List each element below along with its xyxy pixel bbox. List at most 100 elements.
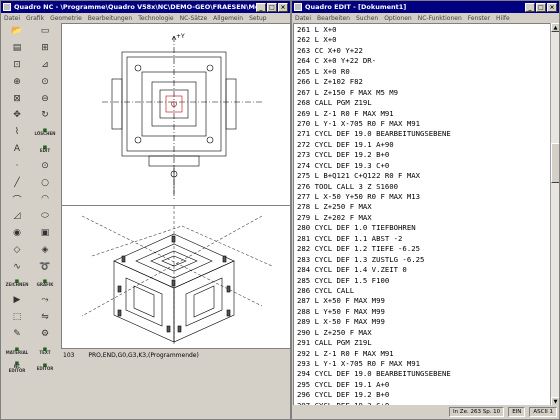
code-line[interactable]: 283 CYCL DEF 1.3 ZUSTLG -6.25: [297, 255, 550, 265]
pocket-icon[interactable]: ▣: [37, 226, 54, 240]
code-line[interactable]: 275 L B+Q121 C+Q122 R0 F MAX: [297, 171, 550, 181]
tangent-icon[interactable]: ⌒: [9, 192, 26, 206]
edit-menu-item[interactable]: Optionen: [384, 15, 412, 22]
nc-menu-item[interactable]: Allgemein: [213, 15, 243, 22]
polyline-icon[interactable]: ⌇: [9, 125, 26, 139]
point-icon[interactable]: ·: [9, 159, 26, 173]
nc-menu-item[interactable]: Geometrie: [50, 15, 82, 22]
text-icon[interactable]: A: [9, 142, 26, 156]
vertical-scrollbar[interactable]: ▲ ▼: [550, 23, 559, 406]
helix-icon[interactable]: ➰: [37, 260, 54, 274]
edit-menu-item[interactable]: Bearbeiten: [317, 15, 350, 22]
loeschen-icon[interactable]: ▪ LÖSCHEN: [34, 125, 55, 139]
code-line[interactable]: 262 L X+0: [297, 35, 550, 45]
code-line[interactable]: 282 CYCL DEF 1.2 TIEFE -6.25: [297, 244, 550, 254]
new-icon[interactable]: ▭: [37, 24, 54, 38]
contour-icon[interactable]: ◇: [9, 243, 26, 257]
line-icon[interactable]: ╱: [9, 176, 26, 190]
nc-editor-icon[interactable]: ▪ NC EDITOR: [9, 360, 26, 374]
select-icon[interactable]: ⊡: [9, 58, 26, 72]
code-line[interactable]: 281 CYCL DEF 1.1 ABST -2: [297, 234, 550, 244]
edit-icon[interactable]: ▪ EDIT: [37, 142, 54, 156]
minimize-button[interactable]: _: [525, 2, 535, 12]
arc-icon[interactable]: ◠: [37, 192, 54, 206]
code-line[interactable]: 264 C X+0 Y+22 DR-: [297, 56, 550, 66]
chamfer-icon[interactable]: ◿: [9, 209, 26, 223]
drill-icon[interactable]: ◉: [9, 226, 26, 240]
circle-icon[interactable]: ○: [37, 176, 54, 190]
code-line[interactable]: 265 L X+0 R0: [297, 67, 550, 77]
code-line[interactable]: 271 CYCL DEF 19.0 BEARBEITUNGSEBENE: [297, 129, 550, 139]
code-line[interactable]: 284 CYCL DEF 1.4 V.ZEIT 0: [297, 265, 550, 275]
tool-path-icon[interactable]: ⤳: [37, 293, 54, 307]
code-line[interactable]: 296 CYCL DEF 19.2 B+0: [297, 390, 550, 400]
zoom-fit-icon[interactable]: ⊙: [37, 75, 54, 89]
nc-titlebar[interactable]: Quadro NC - \Programme\Quadro V58x\NC\DE…: [1, 1, 290, 13]
move-icon[interactable]: ✥: [9, 108, 26, 122]
code-line[interactable]: 285 CYCL DEF 1.5 F100: [297, 276, 550, 286]
material-icon[interactable]: ▪ MATERIAL: [6, 344, 28, 358]
zoom-in-icon[interactable]: ⊕: [9, 75, 26, 89]
code-line[interactable]: 278 L Z+250 F MAX: [297, 202, 550, 212]
maximize-button[interactable]: □: [536, 2, 546, 12]
code-line[interactable]: 269 L Z-1 R0 F MAX M91: [297, 109, 550, 119]
save-icon[interactable]: ▤: [9, 41, 26, 55]
code-line[interactable]: 295 CYCL DEF 19.1 A+0: [297, 380, 550, 390]
scroll-thumb[interactable]: [551, 143, 559, 183]
nc-menu-item[interactable]: Grafik: [26, 15, 44, 22]
code-line[interactable]: 280 CYCL DEF 1.0 TIEFBOHREN: [297, 223, 550, 233]
code-line[interactable]: 274 CYCL DEF 19.3 C+0: [297, 161, 550, 171]
zoom-out-icon[interactable]: ⊖: [37, 92, 54, 106]
code-line[interactable]: 277 L X-50 Y+50 R0 F MAX M13: [297, 192, 550, 202]
close-button[interactable]: ×: [278, 2, 288, 12]
code-line[interactable]: 292 L Z-1 R0 F MAX M91: [297, 349, 550, 359]
code-line[interactable]: 294 CYCL DEF 19.0 BEARBEITUNGSEBENE: [297, 369, 550, 379]
code-line[interactable]: 261 L X+0: [297, 25, 550, 35]
text-mode-icon[interactable]: ▪ TEXT: [37, 344, 54, 358]
edit-menu-item[interactable]: Datei: [295, 15, 311, 22]
edit-menu-item[interactable]: NC-Funktionen: [418, 15, 462, 22]
setup-icon[interactable]: ⚙: [37, 327, 54, 341]
open-icon[interactable]: 📂: [9, 24, 26, 38]
code-line[interactable]: 293 L Y-1 X-705 R0 F MAX M91: [297, 359, 550, 369]
code-line[interactable]: 273 CYCL DEF 19.2 B+0: [297, 150, 550, 160]
isometric-view-canvas[interactable]: [61, 206, 290, 349]
nc-menu-item[interactable]: Technologie: [138, 15, 173, 22]
edit-menu-item[interactable]: Hilfe: [496, 15, 510, 22]
code-line[interactable]: 276 TOOL CALL 3 Z S1600: [297, 182, 550, 192]
nc-code-editor[interactable]: 261 L X+0 262 L X+0 263 CC X+0 Y+22 264 C X…: [293, 23, 551, 406]
code-line[interactable]: 287 L X+50 F MAX M99: [297, 296, 550, 306]
code-line[interactable]: 288 L Y+50 F MAX M99: [297, 307, 550, 317]
3d-view-icon[interactable]: ⬚: [9, 310, 26, 324]
top-view-canvas[interactable]: +Y: [61, 23, 290, 206]
code-line[interactable]: 290 L Z+250 F MAX: [297, 328, 550, 338]
drawing-icon[interactable]: ▪ ZEICHNEN: [6, 276, 29, 290]
nc-menu-item[interactable]: NC-Sätze: [180, 15, 208, 22]
sim-icon[interactable]: ▶: [9, 293, 26, 307]
code-line[interactable]: 267 L Z+150 F MAX M5 M9: [297, 88, 550, 98]
code-line[interactable]: 286 CYCL CALL: [297, 286, 550, 296]
edit-titlebar[interactable]: Quadro EDIT - [Dokument1] _ □ ×: [292, 1, 559, 13]
circle-point-icon[interactable]: ⊙: [37, 159, 54, 173]
nc-menu-item[interactable]: Setup: [249, 15, 266, 22]
graphic-icon[interactable]: ▪ GRAFIK: [37, 276, 54, 290]
maximize-button[interactable]: □: [267, 2, 277, 12]
grid-icon[interactable]: ⊞: [37, 41, 54, 55]
nc-menu-item[interactable]: Datei: [4, 15, 20, 22]
code-line[interactable]: 268 CALL PGM Z19L: [297, 98, 550, 108]
zoom-window-icon[interactable]: ⊠: [9, 92, 26, 106]
nc-menu-item[interactable]: Bearbeitungen: [88, 15, 132, 22]
teach-in-icon[interactable]: ✎: [9, 327, 26, 341]
code-line[interactable]: 263 CC X+0 Y+22: [297, 46, 550, 56]
scroll-up-icon[interactable]: ▲: [551, 23, 559, 32]
code-line[interactable]: 279 L Z+202 F MAX: [297, 213, 550, 223]
spline-icon[interactable]: ∿: [9, 260, 26, 274]
code-line[interactable]: 291 CALL PGM Z19L: [297, 338, 550, 348]
code-line[interactable]: 270 L Y-1 X-705 R0 F MAX M91: [297, 119, 550, 129]
ellipse-icon[interactable]: ⬭: [37, 209, 54, 223]
rotate-icon[interactable]: ↻: [37, 108, 54, 122]
code-line[interactable]: 289 L X-50 F MAX M99: [297, 317, 550, 327]
measure-icon[interactable]: ⊿: [37, 58, 54, 72]
edit-menu-item[interactable]: Suchen: [356, 15, 378, 22]
code-line[interactable]: 266 L Z+102 F82: [297, 77, 550, 87]
